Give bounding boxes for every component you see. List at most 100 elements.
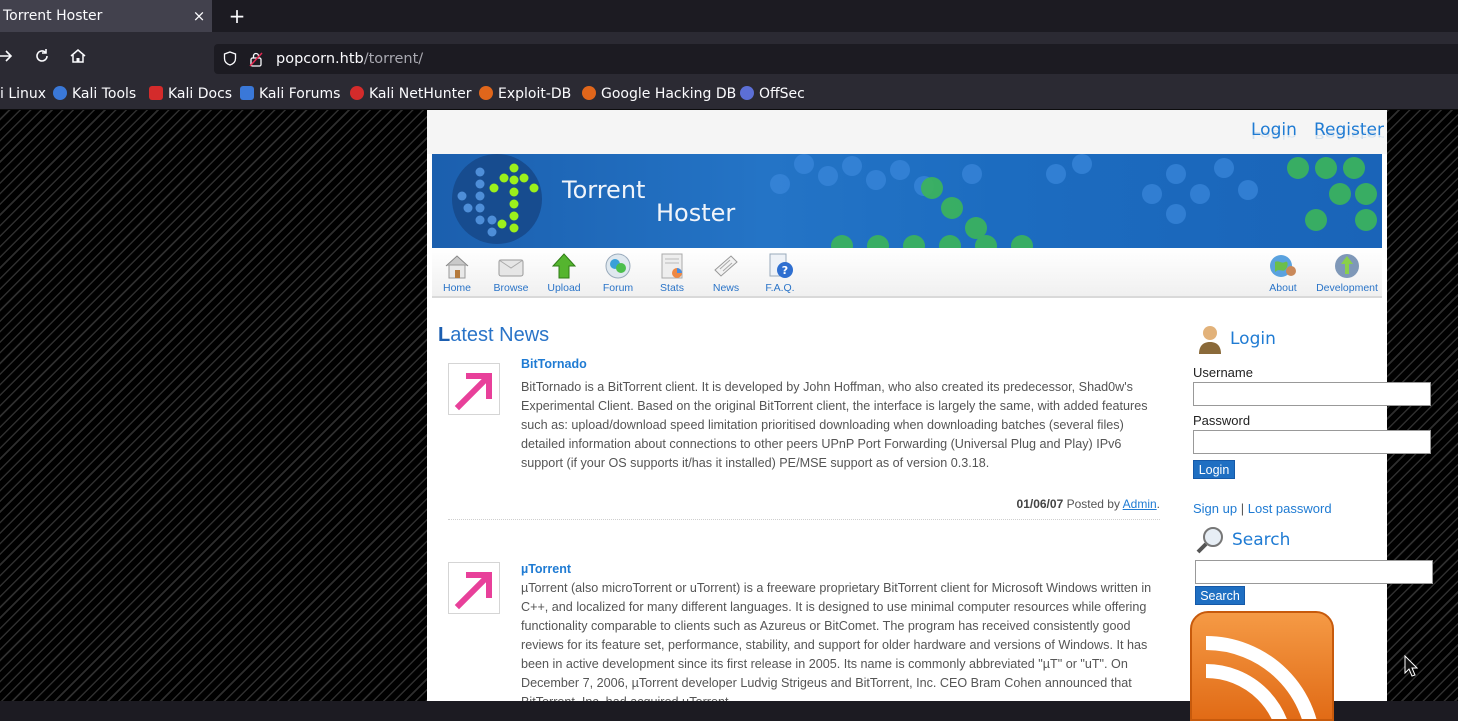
new-tab-icon[interactable]: + [227,6,247,26]
news-body: µTorrent (also microTorrent or uTorrent)… [521,581,1152,701]
news-divider [448,519,1160,520]
news-period: . [1156,497,1160,511]
news-date: 01/06/07 [1016,497,1064,511]
arrow-icon [454,572,492,610]
google-hacking-db-icon [582,86,596,100]
menu-label: Development [1316,282,1378,294]
main-menu: Home Browse Upload Forum Stats News ? F.… [432,248,1382,298]
kali-nethunter-icon [350,86,364,100]
password-field[interactable] [1193,430,1431,454]
close-icon[interactable]: × [191,8,207,24]
bookmark-kali-nethunter[interactable]: Kali NetHunter [350,84,471,104]
bookmark-label: Kali Tools [72,86,137,102]
menu-stats[interactable]: Stats [649,250,695,296]
menu-upload[interactable]: Upload [541,250,587,296]
page-title-initial: L [438,324,451,346]
username-field[interactable] [1193,382,1431,406]
bookmark-kali-linux[interactable]: i Linux [0,84,46,104]
home-icon [445,255,469,279]
bookmark-kali-tools[interactable]: Kali Tools [53,84,136,104]
password-label: Password [1193,413,1251,428]
browser-tab[interactable]: Torrent Hoster × [0,0,212,32]
mouse-cursor-icon [1404,654,1419,677]
tab-title: Torrent Hoster [3,8,103,24]
bookmark-label: Google Hacking DB [601,86,737,102]
banner-word-torrent: Torrent [562,176,646,204]
links-separator: | [1240,501,1245,516]
news-title[interactable]: µTorrent [521,562,571,576]
signup-link[interactable]: Sign up [1193,501,1237,516]
news-thumbnail[interactable] [448,363,500,415]
register-reflection: Register [1314,129,1384,140]
bookmark-exploit-db[interactable]: Exploit-DB [479,84,571,104]
lost-password-link[interactable]: Lost password [1248,501,1332,516]
reload-icon[interactable] [33,47,51,65]
upload-icon [551,253,577,279]
page-title-rest: atest News [450,324,550,346]
sidebar-search-heading: Search [1232,530,1291,550]
sidebar-login-heading: Login [1230,329,1276,349]
top-bar: Login Register Login Register [427,110,1387,154]
account-links: Sign up | Lost password [1193,501,1332,516]
svg-text:?: ? [782,264,788,277]
lock-icon[interactable] [249,51,263,67]
bookmark-label: Kali NetHunter [369,86,472,102]
news-author-link[interactable]: Admin [1123,497,1157,511]
menu-home[interactable]: Home [434,250,480,296]
login-button[interactable]: Login [1193,460,1235,479]
menu-news[interactable]: News [703,250,749,296]
forum-icon [605,253,631,279]
development-icon [1335,254,1359,278]
faq-icon: ? [769,253,793,278]
browse-icon [498,259,524,277]
search-input[interactable] [1195,560,1433,584]
username-label: Username [1193,365,1253,380]
news-icon [714,255,738,277]
kali-docs-icon [149,86,163,100]
site-banner: Torrent Hoster [432,154,1382,248]
home-icon[interactable] [69,47,87,65]
bookmark-kali-docs[interactable]: Kali Docs [149,84,232,104]
news-thumbnail[interactable] [448,562,500,614]
shield-icon[interactable] [223,51,237,66]
page-title: Latest News [438,324,549,347]
bookmark-kali-forums[interactable]: Kali Forums [240,84,340,104]
menu-forum[interactable]: Forum [595,250,641,296]
bookmark-label: OffSec [759,86,805,102]
bookmark-label: Kali Forums [259,86,341,102]
bookmark-label: i Linux [0,86,47,102]
banner-word-hoster: Hoster [656,199,736,227]
bookmark-label: Exploit-DB [498,86,572,102]
menu-development[interactable]: Development [1316,250,1378,296]
url-host: popcorn.htb [276,51,364,67]
login-reflection: Login [1251,129,1297,140]
kali-forums-icon [240,86,254,100]
news-body: BitTornado is a BitTorrent client. It is… [521,380,1148,470]
news-title[interactable]: BitTornado [521,357,587,371]
bookmark-label: Kali Docs [168,86,233,102]
news-posted-by: Posted by [1066,497,1120,511]
menu-faq[interactable]: ? F.A.Q. [757,250,803,296]
menu-browse[interactable]: Browse [488,250,534,296]
arrow-icon [454,373,492,411]
url-path: /torrent/ [363,51,424,67]
forward-icon[interactable] [0,47,15,65]
news-item: µTorrent µTorrent (also microTorrent or … [448,562,1160,701]
rss-feed-icon[interactable] [1190,611,1334,721]
news-meta: 01/06/07 Posted by Admin. [1017,497,1160,511]
about-icon [1270,255,1296,277]
site-container: Login Register Login Register Torrent Ho… [427,110,1433,721]
kali-tools-icon [53,86,67,100]
exploit-db-icon [479,86,493,100]
bookmark-offsec[interactable]: OffSec [740,84,805,104]
offsec-icon [740,86,754,100]
tab-strip: Torrent Hoster × + [0,0,1458,32]
stats-icon [661,253,683,279]
bookmark-google-hacking-db[interactable]: Google Hacking DB [582,84,736,104]
url-text[interactable]: popcorn.htb/torrent/ [276,50,423,68]
search-button[interactable]: Search [1195,586,1245,605]
menu-label: F.A.Q. [765,282,795,294]
news-item: BitTornado BitTornado is a BitTorrent cl… [448,357,1160,523]
user-silhouette-icon [1196,324,1224,354]
menu-about[interactable]: About [1260,250,1306,296]
